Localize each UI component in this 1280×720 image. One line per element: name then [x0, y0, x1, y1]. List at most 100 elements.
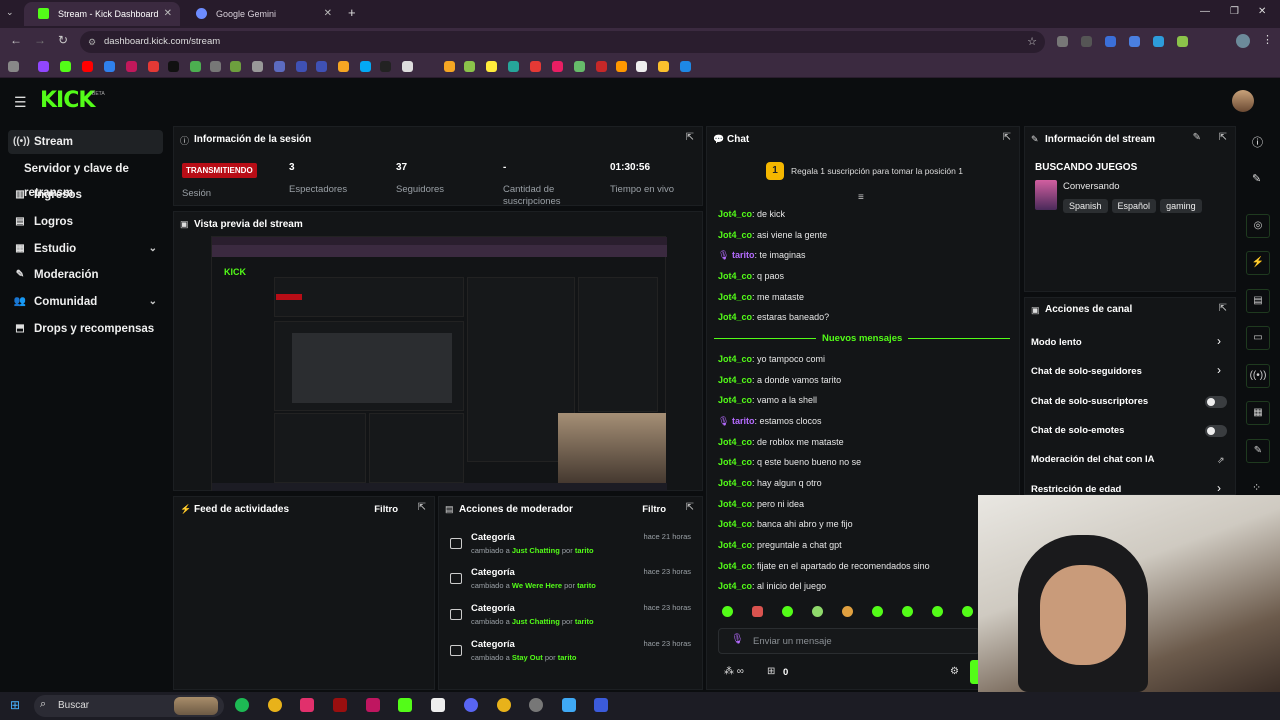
- popout-icon[interactable]: ⇱: [1219, 303, 1227, 314]
- bookmark-icon[interactable]: [380, 61, 391, 72]
- emote-icon[interactable]: [932, 606, 943, 617]
- bookmark-icon[interactable]: [252, 61, 263, 72]
- maximize-icon[interactable]: ❐: [1230, 6, 1239, 17]
- popout-icon[interactable]: ⇱: [418, 502, 426, 513]
- discord-icon[interactable]: [464, 698, 478, 712]
- bookmark-icon[interactable]: [338, 61, 349, 72]
- sidebar-item-stream[interactable]: ((•)) Stream: [8, 130, 163, 154]
- app-icon[interactable]: [594, 698, 608, 712]
- rail-button-chat-icon[interactable]: ▭: [1246, 326, 1270, 350]
- bookmark-icon[interactable]: [148, 61, 159, 72]
- bookmark-icon[interactable]: [508, 61, 519, 72]
- bookmark-icon[interactable]: [210, 61, 221, 72]
- external-link-icon[interactable]: ⇗: [1217, 455, 1225, 466]
- filter-button[interactable]: Filtro: [374, 504, 398, 515]
- subs-only-toggle[interactable]: [1205, 396, 1227, 408]
- extension-icon[interactable]: [1153, 36, 1164, 47]
- chrome-icon[interactable]: [268, 698, 282, 712]
- window-close-icon[interactable]: ✕: [1258, 6, 1266, 17]
- chevron-right-icon[interactable]: ›: [1217, 363, 1221, 377]
- sidebar-item-drops[interactable]: ⬒ Drops y recompensas: [8, 317, 163, 341]
- close-icon[interactable]: ✕: [324, 2, 332, 26]
- extension-icon[interactable]: [1177, 36, 1188, 47]
- capcut-icon[interactable]: [431, 698, 445, 712]
- bookmark-icon[interactable]: [296, 61, 307, 72]
- slow-mode-row[interactable]: Modo lento: [1031, 337, 1082, 348]
- indesign-icon[interactable]: [366, 698, 380, 712]
- sidebar-item-ingresos[interactable]: ▥ Ingresos: [8, 183, 163, 207]
- followers-only-row[interactable]: Chat de solo-seguidores: [1031, 366, 1142, 377]
- ai-moderation-row[interactable]: Moderación del chat con IA: [1031, 454, 1155, 465]
- bookmark-icon[interactable]: [104, 61, 115, 72]
- sidebar-item-server-key[interactable]: Servidor y clave de retransm: [8, 157, 178, 199]
- bookmark-icon[interactable]: [126, 61, 137, 72]
- emote-icon[interactable]: [752, 606, 763, 617]
- emote-icon[interactable]: [782, 606, 793, 617]
- bookmark-icon[interactable]: [60, 61, 71, 72]
- popout-icon[interactable]: ⇱: [686, 132, 694, 143]
- kick-logo[interactable]: KICK: [40, 88, 95, 113]
- filter-button[interactable]: Filtro: [642, 504, 666, 515]
- points-infinity-icon[interactable]: ⁂ ∞: [724, 666, 744, 677]
- tab-kick-dashboard[interactable]: Stream - Kick Dashboard ✕: [24, 2, 180, 26]
- tab-google-gemini[interactable]: Google Gemini ✕: [182, 2, 340, 26]
- gift-leaderboard-text[interactable]: Regala 1 suscripción para tomar la posic…: [791, 166, 963, 176]
- rail-button-bolt-icon[interactable]: ⚡: [1246, 251, 1270, 275]
- bookmark-icon[interactable]: [616, 61, 627, 72]
- tab-search-icon[interactable]: ⌄: [6, 7, 14, 18]
- kick-app-icon[interactable]: [398, 698, 412, 712]
- popout-icon[interactable]: ⇱: [1219, 132, 1227, 143]
- chrome-active-icon[interactable]: [497, 698, 511, 712]
- pinned-collapse-icon[interactable]: ≡: [858, 192, 864, 203]
- chevron-right-icon[interactable]: ›: [1217, 481, 1221, 495]
- taskbar-search[interactable]: ⌕ Buscar: [34, 695, 224, 717]
- app-icon[interactable]: [562, 698, 576, 712]
- rail-button-wrench-icon[interactable]: ✎: [1246, 439, 1270, 463]
- sidebar-item-comunidad[interactable]: 👥 Comunidad ⌄: [8, 290, 163, 314]
- new-tab-icon[interactable]: +: [348, 5, 356, 20]
- apps-icon[interactable]: ⁘: [1252, 481, 1261, 494]
- bookmark-icon[interactable]: [680, 61, 691, 72]
- bookmark-icon[interactable]: [230, 61, 241, 72]
- emote-icon[interactable]: [722, 606, 733, 617]
- site-info-icon[interactable]: ⚙: [88, 31, 96, 53]
- emote-icon[interactable]: [812, 606, 823, 617]
- sidebar-item-logros[interactable]: ▤ Logros: [8, 210, 163, 234]
- bookmark-icon[interactable]: [596, 61, 607, 72]
- windows-start-icon[interactable]: ⊞: [10, 698, 20, 712]
- bookmark-icon[interactable]: [486, 61, 497, 72]
- extension-icon[interactable]: [1081, 36, 1092, 47]
- minimize-icon[interactable]: —: [1200, 6, 1210, 17]
- chat-input[interactable]: 🎙 Enviar un mensaje: [718, 628, 980, 654]
- bookmark-icon[interactable]: [316, 61, 327, 72]
- bookmark-icon[interactable]: [530, 61, 541, 72]
- bookmark-icon[interactable]: [658, 61, 669, 72]
- edit-pencil-icon[interactable]: ✎: [1252, 172, 1261, 185]
- extension-icon[interactable]: [1105, 36, 1116, 47]
- spotify-icon[interactable]: [235, 698, 249, 712]
- emote-icon[interactable]: [842, 606, 853, 617]
- popout-icon[interactable]: ⇱: [686, 502, 694, 513]
- edit-pencil-icon[interactable]: ✎: [1193, 132, 1201, 143]
- menu-kebab-icon[interactable]: ⋮: [1262, 33, 1273, 46]
- popout-icon[interactable]: ⇱: [1003, 132, 1011, 143]
- rail-button-broadcast-icon[interactable]: ((•)): [1246, 364, 1270, 388]
- bookmark-star-icon[interactable]: ☆: [1027, 31, 1037, 53]
- bookmark-icon[interactable]: [82, 61, 93, 72]
- emotes-only-toggle[interactable]: [1205, 425, 1227, 437]
- close-icon[interactable]: ✕: [164, 2, 172, 26]
- rail-button-layers-icon[interactable]: ▦: [1246, 401, 1270, 425]
- forward-icon[interactable]: →: [34, 33, 46, 47]
- bookmark-icon[interactable]: [574, 61, 585, 72]
- extension-icon[interactable]: [1057, 36, 1068, 47]
- obs-icon[interactable]: [529, 698, 543, 712]
- bookmark-icon[interactable]: [38, 61, 49, 72]
- info-icon[interactable]: ⓘ: [1252, 134, 1263, 150]
- illustrator-icon[interactable]: [333, 698, 347, 712]
- emote-icon[interactable]: [962, 606, 973, 617]
- bookmark-icon[interactable]: [552, 61, 563, 72]
- bookmark-icon[interactable]: [636, 61, 647, 72]
- profile-avatar[interactable]: [1236, 34, 1250, 48]
- instagram-icon[interactable]: [300, 698, 314, 712]
- extension-icon[interactable]: [1129, 36, 1140, 47]
